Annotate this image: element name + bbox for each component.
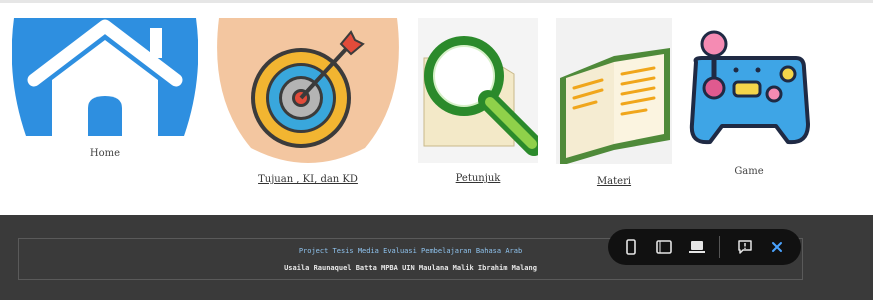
nav-item-petunjuk[interactable]: Petunjuk [418,18,538,188]
feedback-icon[interactable] [732,229,758,265]
nav-item-home[interactable]: Home [12,18,198,168]
nav-item-tujuan[interactable]: Tujuan , KI, dan KD [215,18,401,188]
magnifier-icon [418,18,538,163]
target-icon [215,18,401,163]
nav-item-game[interactable]: Game [688,28,810,183]
house-icon [12,18,198,136]
close-icon[interactable] [764,229,790,265]
nav-item-label[interactable]: Materi [556,176,672,187]
main-navigation: Home Tujuan , KI, dan KD Petunjuk Materi… [0,0,873,215]
footer-author-credit: Usaila Raunaquel Batta MPBA UIN Maulana … [284,264,537,272]
nav-item-label[interactable]: Petunjuk [418,173,538,184]
nav-item-label: Game [734,166,764,177]
tablet-view-icon[interactable] [651,229,677,265]
book-icon [556,18,672,164]
phone-view-icon[interactable] [618,229,644,265]
toolbar-divider [719,236,720,258]
laptop-view-icon[interactable] [684,229,710,265]
device-preview-toolbar [608,229,801,265]
nav-item-materi[interactable]: Materi [556,18,672,188]
nav-item-label[interactable]: Tujuan , KI, dan KD [215,174,401,185]
gamepad-icon [688,28,810,146]
nav-item-label: Home [89,148,121,159]
